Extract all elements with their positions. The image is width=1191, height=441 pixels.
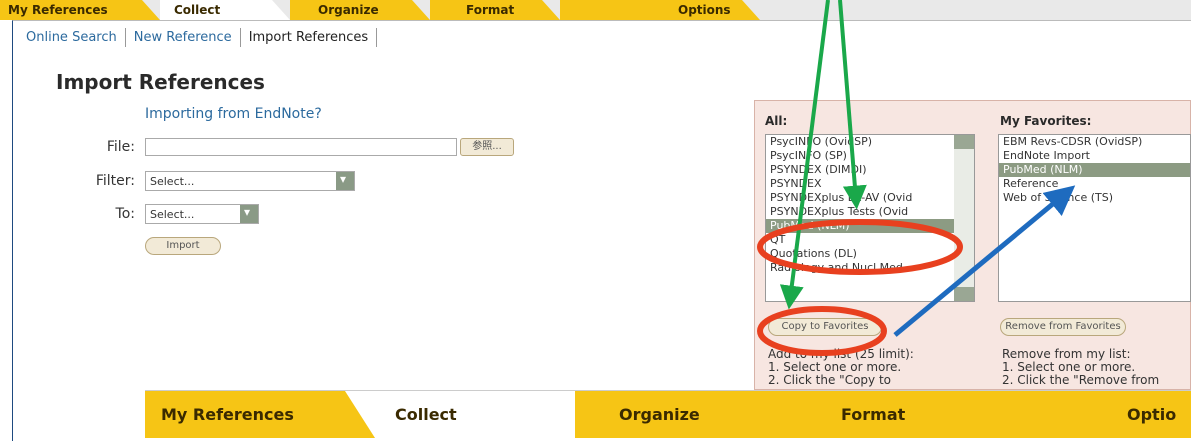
list-item[interactable]: EBM Revs-CDSR (OvidSP) bbox=[999, 135, 1190, 149]
remove-help-text: Remove from my list: 1. Select one or mo… bbox=[1002, 348, 1159, 387]
sub-navigation: Online Search New Reference Import Referen… bbox=[18, 28, 378, 52]
tab-my-references[interactable]: My References bbox=[0, 0, 160, 20]
tab-collect[interactable]: Collect bbox=[160, 0, 290, 20]
copy-to-favorites-button[interactable]: Copy to Favorites bbox=[768, 318, 882, 336]
to-label: To: bbox=[115, 206, 135, 222]
tab-organize[interactable]: Organize bbox=[290, 0, 430, 20]
help-line: 2. Click the "Remove from bbox=[1002, 373, 1160, 387]
list-item[interactable]: Web of Science (TS) bbox=[999, 191, 1190, 205]
remove-from-favorites-button[interactable]: Remove from Favorites bbox=[1000, 318, 1126, 336]
filter-select-value: Select... bbox=[150, 175, 195, 188]
file-input[interactable] bbox=[145, 138, 457, 156]
subnav-import-references[interactable]: Import References bbox=[241, 28, 378, 47]
list-item[interactable]: PSYNDEX bbox=[766, 177, 974, 191]
scroll-down-icon[interactable] bbox=[954, 287, 974, 301]
tab-options[interactable]: Options bbox=[560, 0, 760, 20]
add-help-text: Add to my list (25 limit): 1. Select one… bbox=[768, 348, 914, 387]
tab-collect-large[interactable]: Collect bbox=[375, 391, 605, 438]
list-item[interactable]: EndNote Import bbox=[999, 149, 1190, 163]
list-item[interactable]: Reference bbox=[999, 177, 1190, 191]
subnav-new-reference[interactable]: New Reference bbox=[126, 28, 241, 47]
list-item[interactable]: PSYNDEX (DIMDI) bbox=[766, 163, 974, 177]
list-item[interactable]: PsycINFO (SP) bbox=[766, 149, 974, 163]
chevron-down-icon bbox=[336, 172, 354, 190]
to-select-value: Select... bbox=[150, 208, 195, 221]
top-tab-bar: My References Collect Organize Format Op… bbox=[0, 0, 1191, 20]
help-line: 2. Click the "Copy to bbox=[768, 373, 891, 387]
list-item-selected[interactable]: PubMed (NLM) bbox=[766, 219, 974, 233]
tab-my-references-large[interactable]: My References bbox=[145, 391, 375, 438]
filter-label: Filter: bbox=[95, 173, 135, 189]
subnav-online-search[interactable]: Online Search bbox=[18, 28, 126, 47]
favorites-panel-title: My Favorites: bbox=[1000, 114, 1092, 128]
list-item-selected[interactable]: PubMed (NLM) bbox=[999, 163, 1190, 177]
all-panel-title: All: bbox=[765, 114, 788, 128]
to-select[interactable]: Select... bbox=[145, 204, 259, 224]
favorites-listbox[interactable]: EBM Revs-CDSR (OvidSP) EndNote Import Pu… bbox=[998, 134, 1191, 302]
chevron-down-icon bbox=[240, 205, 258, 223]
list-item[interactable]: PSYNDEXplus Tests (Ovid bbox=[766, 205, 974, 219]
file-label: File: bbox=[106, 139, 135, 155]
tab-options-large[interactable]: Optio bbox=[1005, 391, 1191, 438]
list-item[interactable]: Radiology and Nucl Med bbox=[766, 261, 974, 275]
list-item[interactable]: PsycINFO (OvidSP) bbox=[766, 135, 974, 149]
tab-format[interactable]: Format bbox=[430, 0, 560, 20]
import-button[interactable]: Import bbox=[145, 237, 221, 255]
list-item[interactable]: QT bbox=[766, 233, 974, 247]
browse-button[interactable]: 参照... bbox=[460, 138, 514, 156]
list-item[interactable]: PSYNDEXplus Lit-AV (Ovid bbox=[766, 191, 974, 205]
scrollbar[interactable] bbox=[954, 135, 974, 301]
scroll-up-icon[interactable] bbox=[954, 135, 974, 149]
filter-select[interactable]: Select... bbox=[145, 171, 355, 191]
enlarged-tab-bar: My References Collect Organize Format Op… bbox=[145, 390, 1191, 438]
list-item[interactable]: Quotations (DL) bbox=[766, 247, 974, 261]
all-databases-listbox[interactable]: PsycINFO (OvidSP) PsycINFO (SP) PSYNDEX … bbox=[765, 134, 975, 302]
page-title: Import References bbox=[56, 70, 265, 94]
endnote-link[interactable]: Importing from EndNote? bbox=[145, 106, 322, 122]
